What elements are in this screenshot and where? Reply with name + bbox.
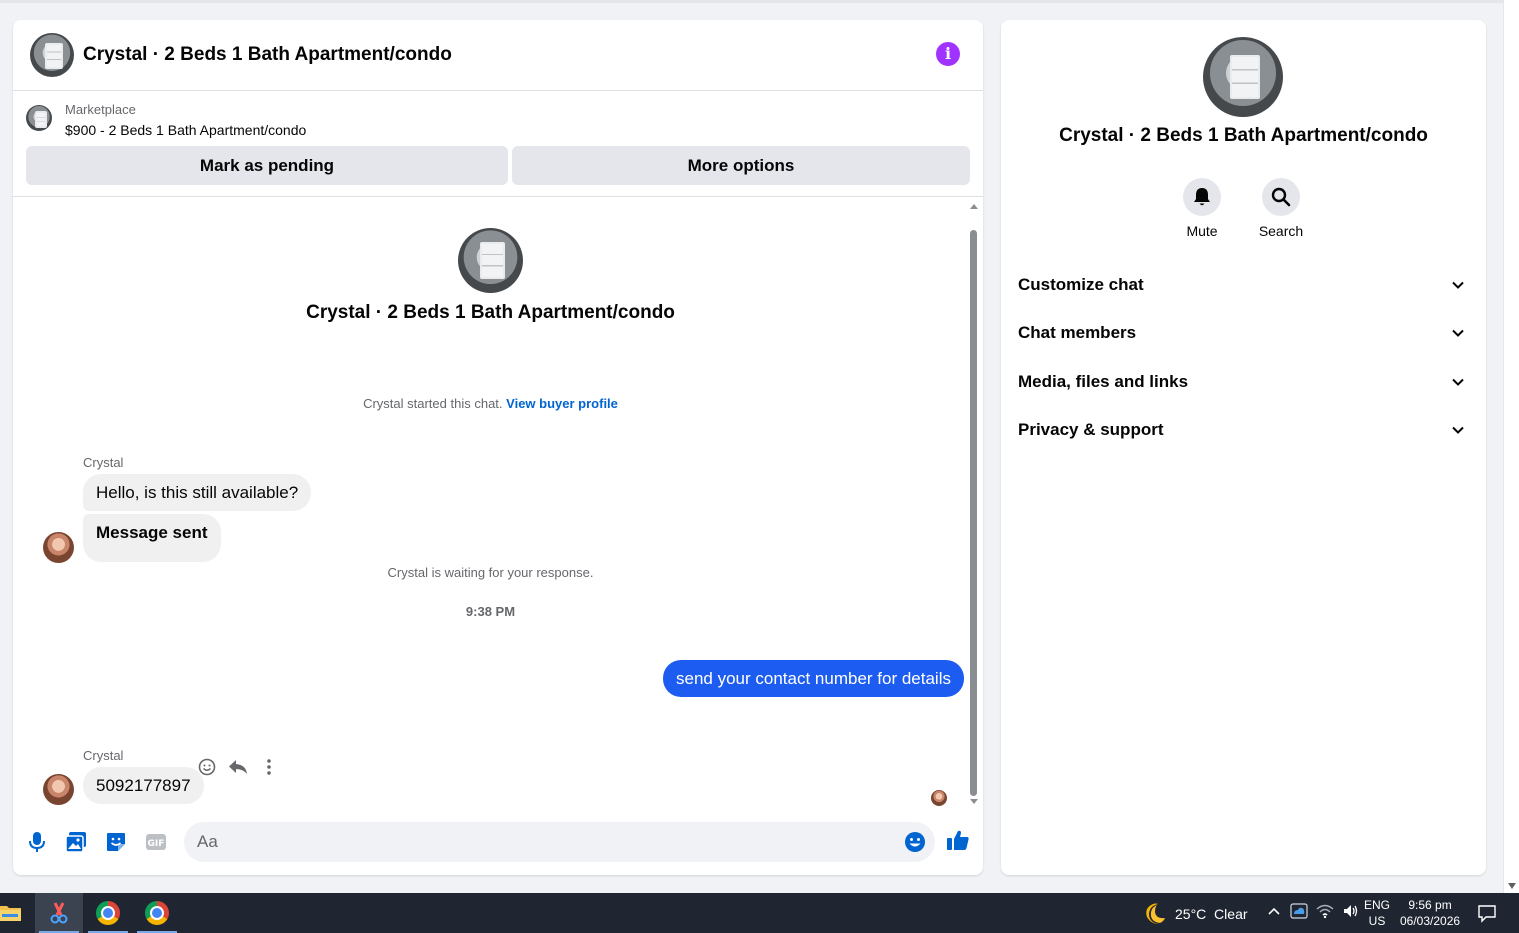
sticker-icon[interactable] — [104, 830, 128, 854]
chrome-icon — [96, 901, 120, 925]
region-code: US — [1368, 914, 1386, 928]
profile-title[interactable]: Crystal · 2 Beds 1 Bath Apartment/condo — [1001, 125, 1486, 147]
read-receipt-avatar — [931, 790, 947, 806]
thread-scrollbar[interactable] — [969, 204, 979, 804]
scroll-up-arrow[interactable] — [970, 204, 978, 209]
intro-title: Crystal · 2 Beds 1 Bath Apartment/condo — [306, 302, 675, 323]
message-input[interactable] — [184, 822, 935, 862]
more-options-button[interactable]: More options — [512, 146, 970, 185]
volume-icon[interactable] — [1342, 903, 1360, 919]
page-scroll-down-arrow[interactable] — [1508, 883, 1516, 889]
clock[interactable]: 9:56 pm 06/03/2026 — [1400, 897, 1460, 929]
waiting-notice: Crystal is waiting for your response. — [387, 565, 594, 580]
section-label: Chat members — [1018, 323, 1137, 342]
chevron-down-icon — [1452, 426, 1464, 434]
chrome-icon — [145, 901, 169, 925]
listing-thumbnail[interactable] — [26, 105, 52, 131]
clock-date: 06/03/2026 — [1400, 914, 1461, 928]
system-tray — [1266, 902, 1360, 920]
chevron-up-icon[interactable] — [1266, 903, 1282, 919]
chat-started-notice: Crystal started this chat. View buyer pr… — [13, 396, 968, 411]
media-files-links-section[interactable]: Media, files and links — [1001, 358, 1486, 406]
weather-text: 25°C Clear — [1175, 906, 1248, 922]
section-label: Media, files and links — [1018, 372, 1189, 391]
mute-button[interactable]: Mute — [1172, 178, 1232, 239]
marketplace-banner: Marketplace $900 - 2 Beds 1 Bath Apartme… — [13, 91, 983, 197]
search-label: Search — [1258, 223, 1304, 239]
chat-started-text: Crystal started this chat. — [363, 396, 503, 411]
snipping-tool-icon — [50, 902, 68, 924]
scroll-thumb[interactable] — [970, 230, 977, 796]
mute-label: Mute — [1186, 223, 1218, 239]
weather-widget[interactable]: 25°C Clear — [1143, 902, 1248, 926]
scroll-down-arrow[interactable] — [970, 799, 978, 804]
onedrive-icon[interactable] — [1290, 902, 1308, 920]
chat-info-panel: Crystal · 2 Beds 1 Bath Apartment/condo … — [1001, 20, 1486, 875]
message-bubble-outgoing[interactable]: send your contact number for details — [663, 660, 964, 697]
language-code: ENG — [1364, 898, 1391, 912]
crystal-avatar[interactable] — [43, 532, 74, 563]
profile-avatar[interactable] — [1203, 37, 1283, 117]
gallery-icon[interactable] — [64, 830, 88, 854]
customize-chat-section[interactable]: Customize chat — [1001, 261, 1486, 309]
chat-panel: Crystal · 2 Beds 1 Bath Apartment/condo … — [13, 20, 983, 875]
taskbar-chrome-2[interactable] — [133, 893, 181, 933]
chevron-down-icon — [1452, 329, 1464, 337]
composer: GIF — [13, 810, 983, 875]
microphone-icon[interactable] — [25, 830, 49, 854]
crystal-avatar[interactable] — [43, 774, 74, 805]
chevron-down-icon — [1452, 281, 1464, 289]
react-emoji-icon[interactable] — [196, 757, 217, 778]
message-thread[interactable]: Crystal · 2 Beds 1 Bath Apartment/condo … — [13, 198, 983, 810]
intro-avatar — [458, 228, 523, 293]
bell-icon[interactable] — [1183, 178, 1221, 216]
message-timestamp: 9:38 PM — [465, 604, 516, 619]
marketplace-label: Marketplace — [65, 102, 136, 117]
listing-title[interactable]: $900 - 2 Beds 1 Bath Apartment/condo — [65, 122, 306, 138]
mark-as-pending-button[interactable]: Mark as pending — [26, 146, 508, 185]
chat-title[interactable]: Crystal · 2 Beds 1 Bath Apartment/condo — [83, 44, 452, 66]
message-bubble-incoming[interactable]: 5092177897 — [83, 767, 204, 804]
taskbar-snipping-tool[interactable] — [35, 893, 83, 933]
view-buyer-profile-link[interactable]: View buyer profile — [506, 396, 618, 411]
clock-time: 9:56 pm — [1408, 898, 1452, 912]
sender-name: Crystal — [83, 748, 124, 763]
section-label: Customize chat — [1018, 275, 1144, 294]
chat-avatar[interactable] — [30, 33, 74, 77]
search-icon[interactable] — [1262, 178, 1300, 216]
folder-icon — [0, 906, 21, 921]
page-top-border — [0, 0, 1503, 3]
message-actions — [196, 755, 279, 779]
wifi-icon[interactable] — [1316, 903, 1334, 919]
taskbar-chrome-1[interactable] — [84, 893, 132, 933]
privacy-support-section[interactable]: Privacy & support — [1001, 406, 1486, 454]
input-language[interactable]: ENG US — [1364, 897, 1390, 929]
taskbar: 25°C Clear ENG US 9:56 pm 06/03/2026 — [0, 893, 1519, 933]
section-label: Privacy & support — [1018, 420, 1164, 439]
emoji-icon[interactable] — [903, 830, 927, 854]
more-icon[interactable] — [258, 757, 279, 778]
gif-icon[interactable]: GIF — [144, 830, 168, 854]
chat-header: Crystal · 2 Beds 1 Bath Apartment/condo … — [13, 20, 983, 91]
message-bubble-incoming[interactable]: Message sent — [83, 514, 221, 562]
message-bubble-incoming[interactable]: Hello, is this still available? — [83, 474, 312, 511]
like-icon[interactable] — [946, 828, 970, 852]
page-scrollbar[interactable] — [1503, 0, 1519, 893]
svg-text:GIF: GIF — [148, 839, 165, 849]
moon-icon — [1146, 903, 1165, 924]
reply-icon[interactable] — [227, 757, 248, 778]
chevron-down-icon — [1452, 378, 1464, 386]
search-button[interactable]: Search — [1251, 178, 1311, 239]
info-icon[interactable]: i — [936, 42, 960, 66]
taskbar-file-explorer[interactable] — [0, 893, 34, 933]
notification-icon[interactable] — [1477, 903, 1497, 923]
sender-name: Crystal — [83, 455, 124, 470]
chat-members-section[interactable]: Chat members — [1001, 309, 1486, 357]
